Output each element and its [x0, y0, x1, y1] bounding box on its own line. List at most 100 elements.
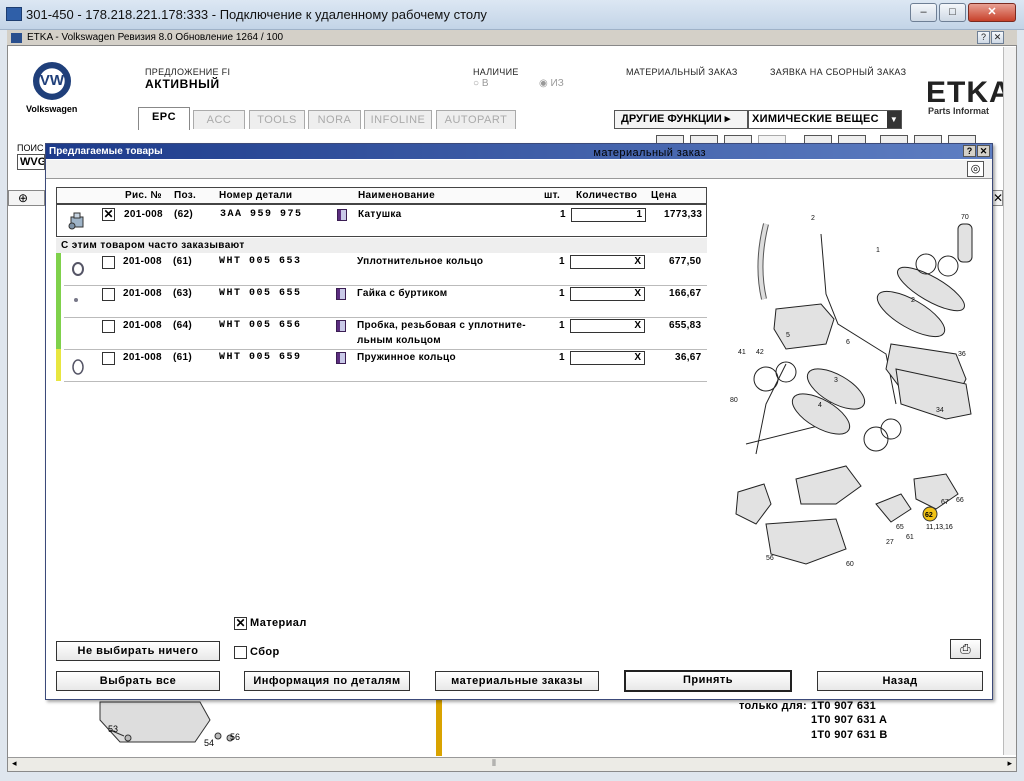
close-panel-icon[interactable]: ✕: [992, 190, 1003, 206]
etka-logo: ETKA: [926, 76, 1012, 109]
dialog-help-button[interactable]: ?: [963, 145, 976, 157]
select-none-button[interactable]: Не выбирать ничего: [56, 641, 220, 661]
item-pcs: 1: [559, 256, 565, 267]
item-name: Уплотнительное кольцо: [357, 256, 484, 267]
item-qty-input[interactable]: X: [570, 319, 645, 333]
main-item-checkbox[interactable]: ✕: [102, 208, 115, 221]
tab-nora[interactable]: NORA: [308, 110, 361, 129]
document-icon[interactable]: [336, 288, 346, 300]
item-checkbox[interactable]: [102, 256, 115, 269]
stock-checkbox[interactable]: [234, 646, 247, 659]
availability-from-label: ИЗ: [550, 78, 564, 89]
item-qty-input[interactable]: X: [570, 255, 645, 269]
horizontal-scrollbar[interactable]: ◂ ⦀ ▸: [8, 757, 1016, 771]
main-item-row[interactable]: ✕ 201-008 (62) 3AA 959 975 Катушка 1 1 1…: [56, 204, 707, 237]
back-button[interactable]: Назад: [817, 671, 983, 691]
availability-from-radio[interactable]: ◉ ИЗ: [539, 78, 564, 89]
diagram-label: 41: [738, 349, 746, 356]
document-icon[interactable]: [336, 320, 346, 332]
dialog-title: Предлагаемые товары: [46, 144, 992, 159]
item-pos: (61): [173, 256, 192, 267]
scroll-left-icon[interactable]: ◂: [12, 758, 17, 769]
col-price-header: Цена: [651, 190, 677, 201]
diagram-label: 56: [766, 555, 774, 562]
minimize-button[interactable]: –: [910, 3, 937, 22]
item-name: Пробка, резьбовая с уплотните-: [357, 320, 526, 331]
other-functions-button[interactable]: ДРУГИЕ ФУНКЦИИ ▸: [614, 110, 748, 129]
bg-diagram-label: 54: [204, 738, 214, 748]
etka-subtitle: Parts Informat: [928, 106, 990, 116]
diagram-label: 61: [906, 534, 914, 541]
background-diagram-fragment: 53 54 56: [99, 701, 240, 748]
item-fig: 201-008: [123, 352, 162, 363]
item-fig: 201-008: [123, 320, 162, 331]
zoom-in-icon[interactable]: ⊕: [18, 191, 28, 205]
print-icon[interactable]: ⎙: [950, 639, 981, 659]
availability-label: НАЛИЧИЕ: [473, 67, 519, 77]
col-fig-header: Рис. №: [125, 190, 162, 201]
availability-stripe: [56, 253, 61, 285]
col-pcs-header: шт.: [544, 190, 561, 201]
col-pos-header: Поз.: [174, 190, 197, 201]
close-window-button[interactable]: ✕: [968, 3, 1016, 22]
scroll-right-icon[interactable]: ▸: [1007, 758, 1012, 769]
item-checkbox[interactable]: [102, 288, 115, 301]
main-item-price: 1773,33: [664, 209, 703, 220]
item-checkbox[interactable]: [102, 320, 115, 333]
document-icon[interactable]: [336, 352, 346, 364]
material-order-link[interactable]: МАТЕРИАЛЬНЫЙ ЗАКАЗ: [626, 67, 738, 77]
tab-autopart[interactable]: AUTOPART: [436, 110, 516, 129]
maximize-button[interactable]: □: [939, 3, 966, 22]
volkswagen-logo-icon: VW: [33, 62, 71, 100]
diagram-label: 67: [941, 499, 949, 506]
only-for-value: 1T0 907 631: [811, 700, 877, 712]
document-icon[interactable]: [337, 209, 347, 221]
material-orders-button[interactable]: материальные заказы: [435, 671, 599, 691]
availability-in-radio[interactable]: ○ В: [473, 78, 489, 89]
application-value: АКТИВНЫЙ: [145, 77, 220, 91]
tab-epc[interactable]: EPC: [138, 107, 190, 130]
col-partno-header: Номер детали: [219, 190, 293, 201]
item-checkbox[interactable]: [102, 352, 115, 365]
material-checkbox[interactable]: ✕: [234, 617, 247, 630]
etka-help-button[interactable]: ?: [977, 31, 990, 44]
item-qty-input[interactable]: X: [570, 287, 645, 301]
tab-tools[interactable]: TOOLS: [249, 110, 305, 129]
main-item-qty-input[interactable]: 1: [571, 208, 646, 222]
availability-stripe: [56, 349, 61, 381]
main-item-name: Катушка: [358, 209, 402, 220]
availability-stripe: [56, 317, 61, 349]
diagram-label: 27: [886, 539, 894, 546]
zoom-toolbar: ⊕: [8, 190, 45, 206]
exploded-parts-diagram[interactable]: 62 11,13,16 2 1 2 3 4 5 6 80 70 41 42 56…: [726, 204, 981, 574]
collective-order-link[interactable]: ЗАЯВКА НА СБОРНЫЙ ЗАКАЗ: [770, 67, 906, 77]
tab-infoline[interactable]: INFOLINE: [364, 110, 432, 129]
part-info-button[interactable]: Информация по деталям: [244, 671, 410, 691]
diagram-tail-label: 11,13,16: [926, 524, 953, 531]
diagram-label: 5: [786, 332, 790, 339]
hide-view-icon[interactable]: ◎: [967, 161, 984, 177]
chemicals-select[interactable]: ХИМИЧЕСКИЕ ВЕЩЕС ▼: [748, 110, 902, 129]
dialog-close-button[interactable]: ✕: [977, 145, 990, 157]
diagram-label: 66: [956, 497, 964, 504]
app-vertical-scrollbar[interactable]: [1003, 47, 1016, 755]
diagram-label: 80: [730, 397, 738, 404]
item-fig: 201-008: [123, 288, 162, 299]
scroll-grip-icon[interactable]: ⦀: [492, 758, 496, 769]
main-item-part-no: 3AA 959 975: [220, 209, 303, 220]
tab-acc[interactable]: ACC: [193, 110, 245, 129]
item-pcs: 1: [559, 352, 565, 363]
item-qty-input[interactable]: X: [570, 351, 645, 365]
etka-titlebar: ETKA - Volkswagen Ревизия 8.0 Обновление…: [7, 30, 1017, 46]
highlight-bar: [436, 700, 442, 756]
etka-close-button[interactable]: ✕: [991, 31, 1004, 44]
application-label: ПРЕДЛОЖЕНИЕ FI: [145, 67, 231, 77]
accept-button[interactable]: Принять: [624, 670, 792, 692]
search-label: ПОИС: [17, 143, 44, 153]
search-input[interactable]: WVG: [17, 154, 45, 170]
item-part-no: WHT 005 655: [219, 288, 302, 299]
brand-label: Volkswagen: [26, 104, 78, 114]
row-divider: [64, 349, 707, 350]
select-all-button[interactable]: Выбрать все: [56, 671, 220, 691]
availability-in-label: В: [481, 78, 489, 89]
